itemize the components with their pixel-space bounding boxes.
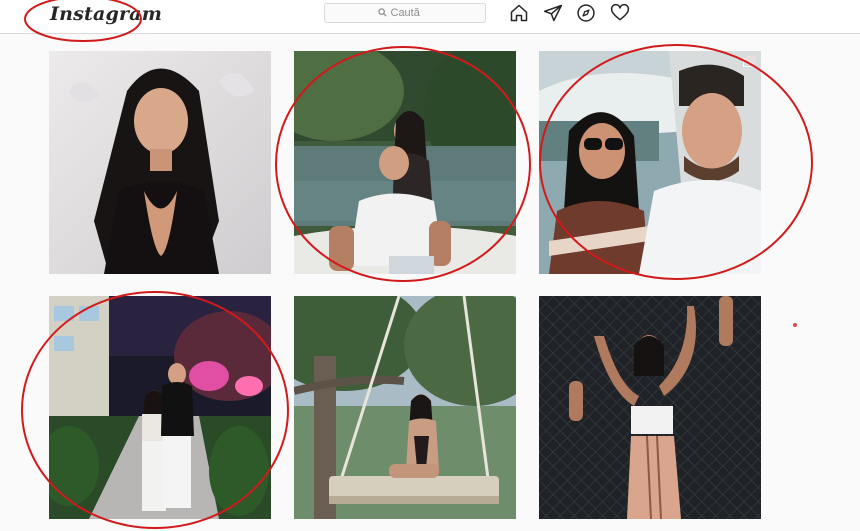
stray-annotation-dot xyxy=(793,323,797,327)
multiple-photos-icon xyxy=(743,56,756,67)
photo-woman-portrait xyxy=(49,51,271,274)
direct-send-icon[interactable] xyxy=(543,3,563,23)
photo-couple-night-garden xyxy=(49,296,271,519)
photo-woman-on-swing xyxy=(294,296,516,519)
home-icon[interactable] xyxy=(509,3,529,23)
instagram-logo[interactable]: Instagram xyxy=(50,3,162,25)
photo-woman-against-fence xyxy=(539,296,761,519)
photo-couple-selfie xyxy=(539,51,761,274)
search-input[interactable] xyxy=(390,7,433,19)
post-thumbnail-6[interactable] xyxy=(539,296,761,519)
post-thumbnail-3[interactable] xyxy=(539,51,761,274)
post-thumbnail-4[interactable] xyxy=(49,296,271,519)
search-box[interactable] xyxy=(324,3,486,23)
top-navigation-bar: Instagram xyxy=(0,0,860,34)
search-icon xyxy=(377,7,387,19)
photo-couple-on-boat xyxy=(294,51,516,274)
post-thumbnail-2[interactable] xyxy=(294,51,516,274)
post-thumbnail-5[interactable] xyxy=(294,296,516,519)
activity-heart-icon[interactable] xyxy=(610,3,630,23)
post-thumbnail-1[interactable] xyxy=(49,51,271,274)
explore-compass-icon[interactable] xyxy=(576,3,596,23)
